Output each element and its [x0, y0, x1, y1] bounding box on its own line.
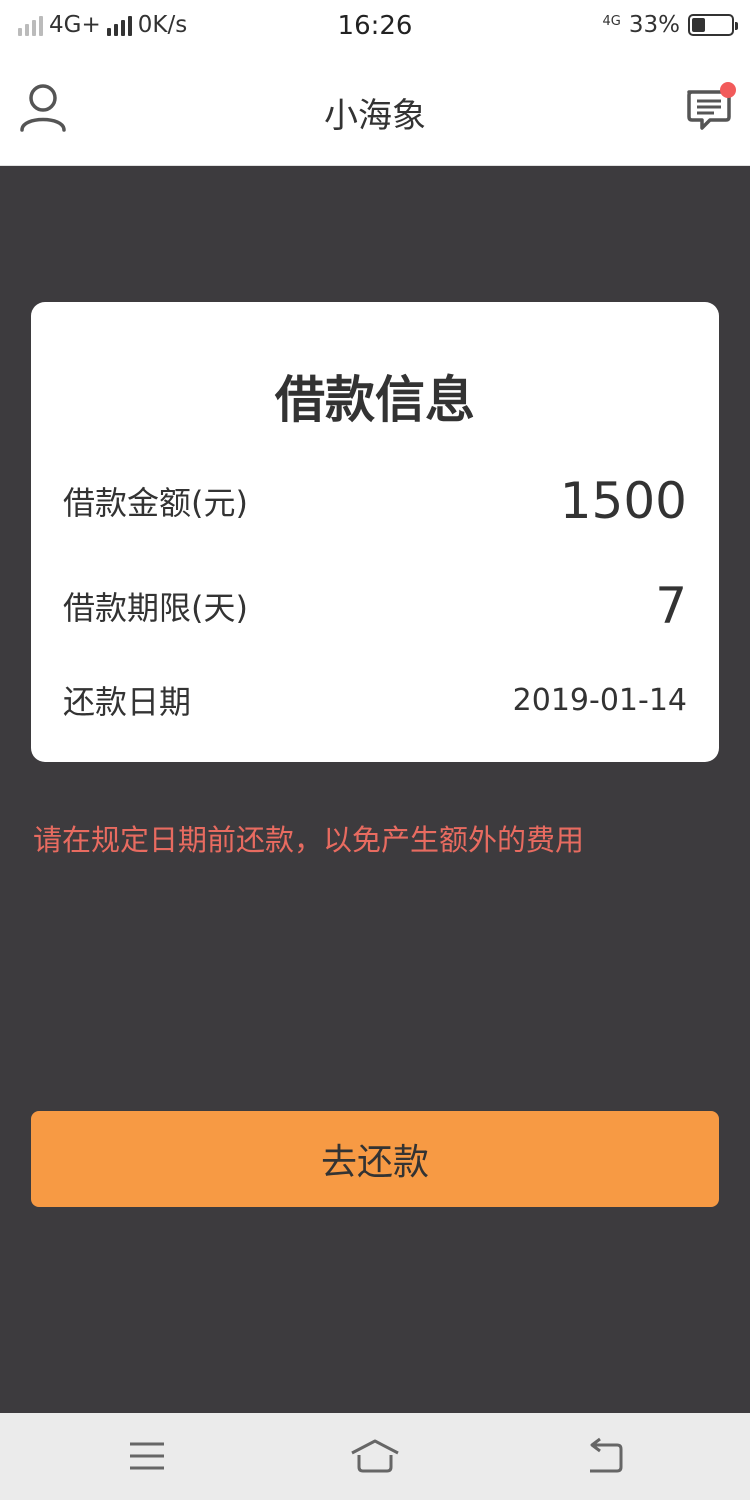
menu-icon[interactable]: [122, 1437, 172, 1477]
repay-button[interactable]: 去还款: [31, 1111, 719, 1207]
loan-amount-value: 1500: [559, 472, 687, 530]
card-title: 借款信息: [275, 371, 475, 429]
message-icon[interactable]: [684, 82, 736, 134]
network-type-right: 4G: [602, 13, 621, 29]
back-icon[interactable]: [580, 1437, 630, 1477]
repayment-notice: 请在规定日期前还款，以免产生额外的费用: [33, 823, 585, 857]
app-header: 小海象: [0, 52, 750, 166]
loan-term-value: 7: [655, 577, 687, 635]
home-icon[interactable]: [350, 1437, 400, 1477]
status-right: 4G 33%: [602, 12, 738, 38]
battery-level: [692, 18, 705, 32]
loan-amount-label: 借款金额(元): [63, 484, 248, 522]
unread-badge: [720, 82, 736, 98]
loan-amount-row: 借款金额(元) 1500: [63, 472, 687, 530]
loan-term-label: 借款期限(天): [63, 589, 248, 627]
loan-term-row: 借款期限(天) 7: [63, 577, 687, 635]
loan-info-card: 借款信息 借款金额(元) 1500 借款期限(天) 7 还款日期 2019-01…: [31, 302, 719, 762]
repay-date-label: 还款日期: [63, 683, 192, 721]
status-bar: 4G+ 0K/s 16:26 4G 33%: [0, 0, 750, 52]
system-nav-bar: [0, 1413, 750, 1500]
page-title: 小海象: [324, 96, 426, 136]
repay-date-value: 2019-01-14: [512, 682, 687, 718]
battery-percent: 33%: [628, 12, 680, 38]
battery-icon: [688, 14, 738, 36]
repay-date-row: 还款日期 2019-01-14: [63, 677, 687, 723]
